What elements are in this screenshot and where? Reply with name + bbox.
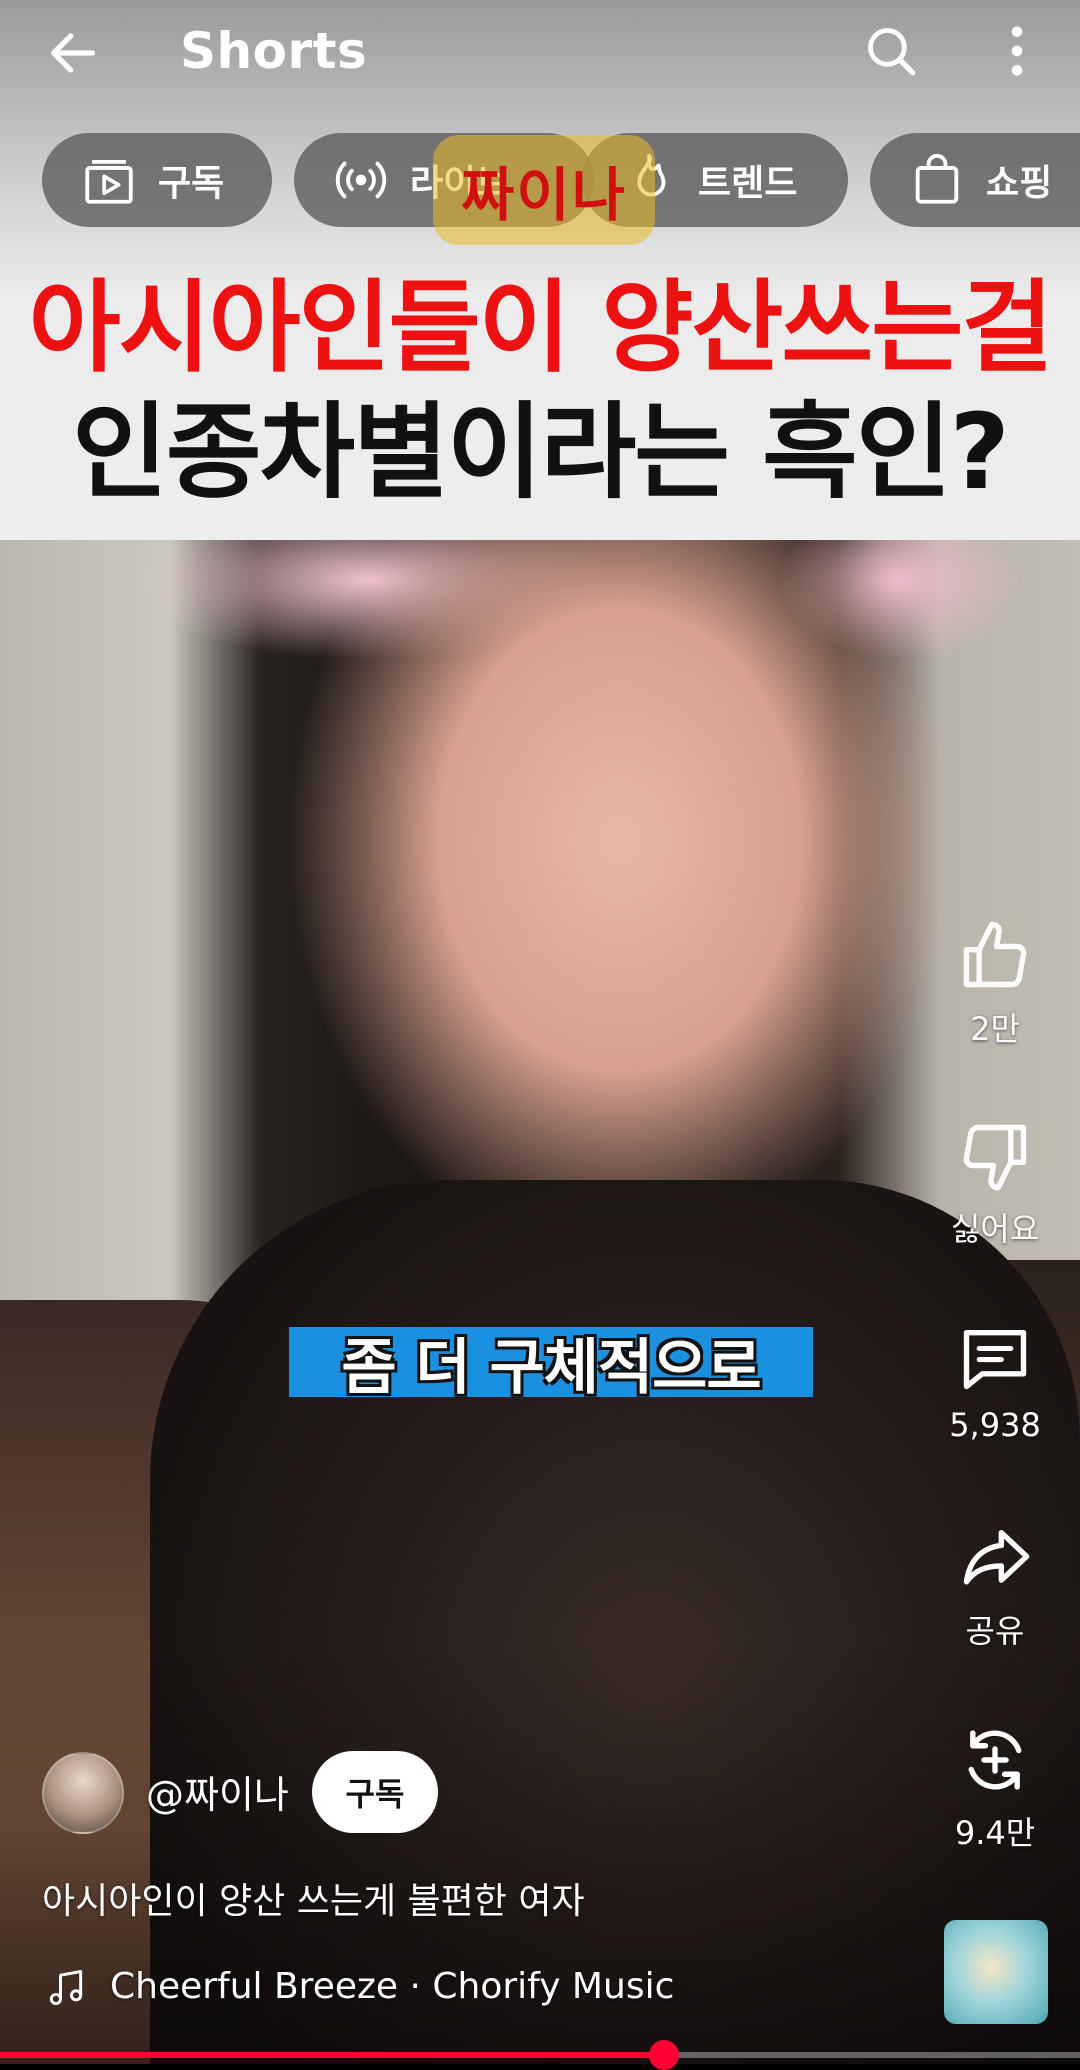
chip-label: 쇼핑 bbox=[986, 163, 1053, 204]
progress-scrubber[interactable] bbox=[649, 2040, 680, 2070]
live-icon bbox=[335, 161, 387, 199]
chip-subscriptions[interactable]: 구독 bbox=[42, 133, 272, 227]
remix-count: 9.4만 bbox=[954, 1814, 1036, 1852]
music-thumbnail[interactable] bbox=[944, 1920, 1048, 2024]
share-label: 공유 bbox=[965, 1612, 1025, 1650]
like-button[interactable]: 2만 bbox=[940, 918, 1050, 1050]
thumbs-up-icon bbox=[963, 921, 1027, 988]
video-headline-line2: 인종차별이라는 흑인? bbox=[72, 391, 1010, 513]
like-count: 2만 bbox=[970, 1010, 1020, 1048]
video-subtitle: 좀 더 구체적으로 bbox=[289, 1327, 813, 1403]
thumbs-down-icon bbox=[963, 1124, 1027, 1191]
back-arrow-icon[interactable] bbox=[44, 24, 102, 82]
chip-label: 트렌드 bbox=[698, 163, 798, 204]
channel-logo-overlay: 짜이나 bbox=[433, 135, 655, 245]
page-title: Shorts bbox=[180, 22, 368, 80]
music-track[interactable]: Cheerful Breeze · Chorify Music bbox=[110, 1966, 674, 2007]
remix-icon bbox=[968, 1730, 1022, 1790]
comments-button[interactable]: 5,938 bbox=[940, 1320, 1050, 1444]
subscriptions-icon bbox=[85, 159, 133, 204]
chip-shopping[interactable]: 쇼핑 bbox=[870, 133, 1080, 227]
remix-button[interactable]: 9.4만 bbox=[940, 1722, 1050, 1854]
music-note-icon bbox=[49, 1970, 83, 2006]
top-bar: Shorts bbox=[0, 0, 1080, 110]
channel-avatar[interactable] bbox=[42, 1752, 124, 1834]
dislike-button[interactable]: 싫어요 bbox=[940, 1118, 1050, 1250]
dislike-label: 싫어요 bbox=[950, 1210, 1040, 1248]
channel-handle[interactable]: @짜이나 bbox=[146, 1764, 289, 1819]
progress-bar[interactable] bbox=[0, 2052, 1080, 2058]
chip-label: 구독 bbox=[158, 163, 225, 204]
shopping-bag-icon bbox=[915, 153, 959, 204]
share-arrow-icon bbox=[963, 1529, 1030, 1585]
subscribe-button[interactable]: 구독 bbox=[312, 1751, 438, 1833]
search-icon[interactable] bbox=[862, 22, 920, 80]
progress-fill bbox=[0, 2052, 665, 2058]
more-options-icon[interactable] bbox=[1000, 22, 1034, 80]
comment-count: 5,938 bbox=[949, 1406, 1041, 1444]
share-button[interactable]: 공유 bbox=[940, 1520, 1050, 1652]
video-title[interactable]: 아시아인이 양산 쓰는게 불편한 여자 bbox=[42, 1872, 585, 1924]
video-headline-line1: 아시아인들이 양산쓰는걸 bbox=[28, 269, 1054, 386]
comment-icon bbox=[963, 1329, 1027, 1390]
